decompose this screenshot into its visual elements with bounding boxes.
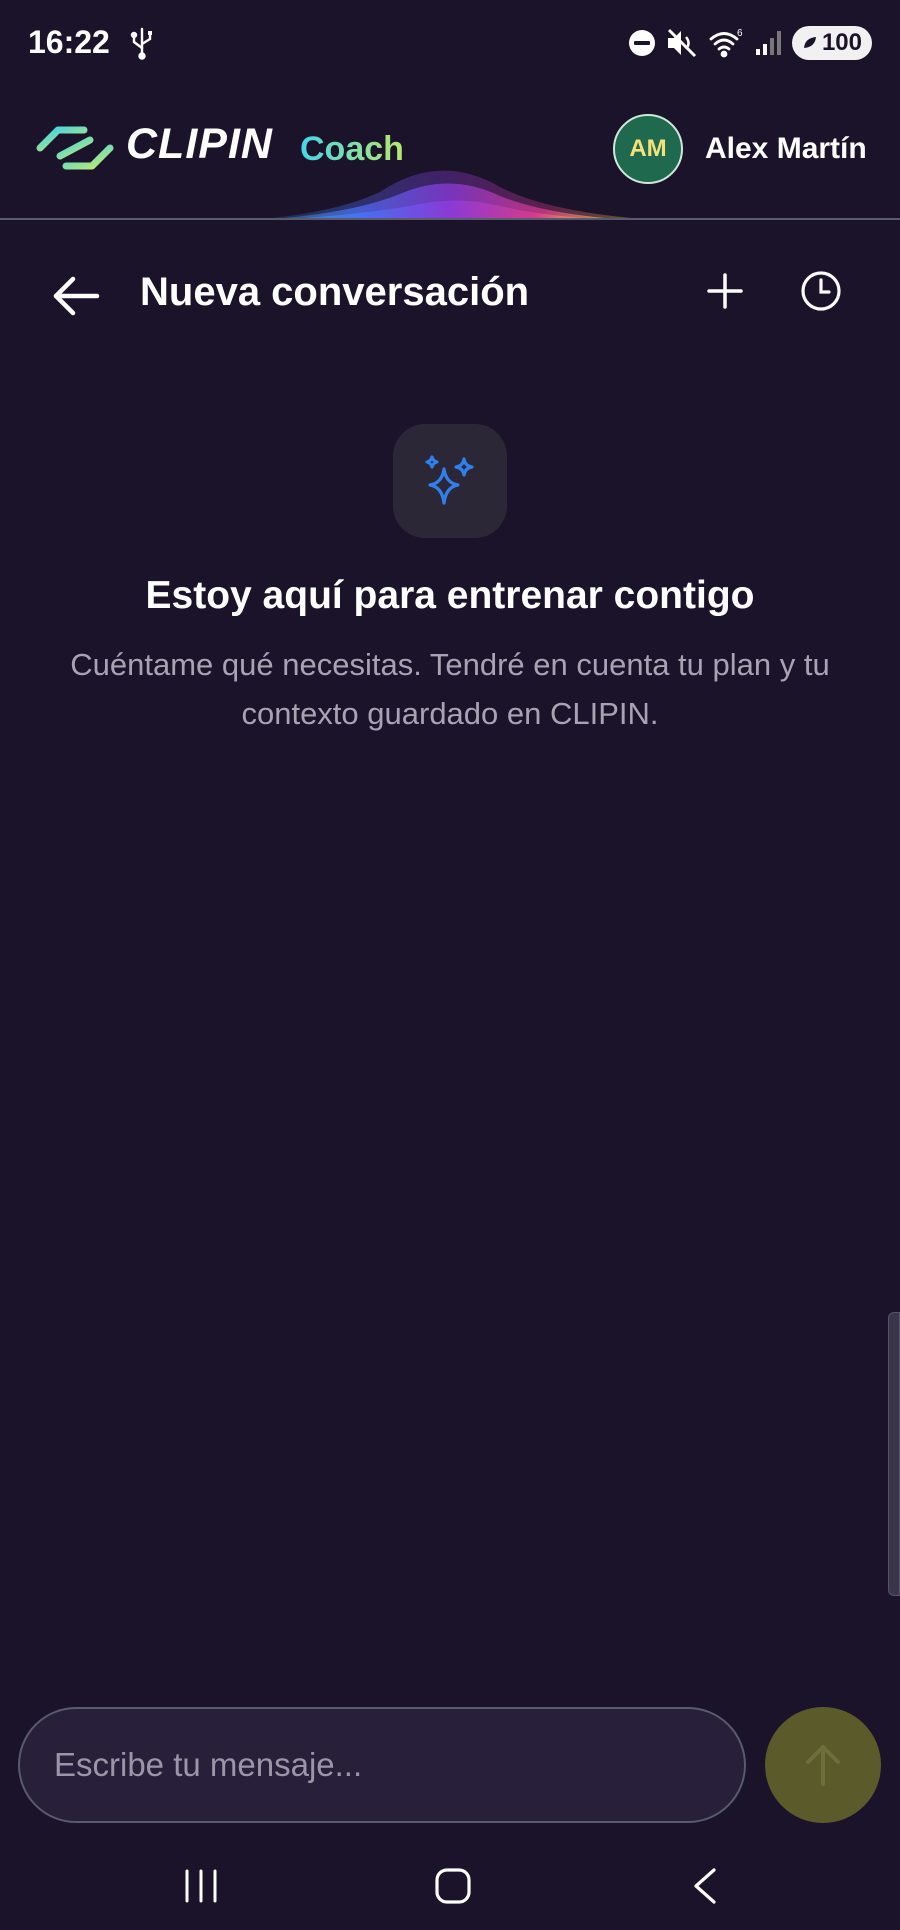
- user-name[interactable]: Alex Martín: [705, 132, 867, 166]
- usb-icon: [130, 26, 154, 60]
- status-icons: 6 100: [628, 24, 872, 62]
- mute-icon: [666, 28, 698, 58]
- app-screen: 16:22 6 100 CLIPIN Coach AM Alex Martín …: [0, 0, 900, 1930]
- empty-state-description: Cuéntame qué necesitas. Tendré en cuenta…: [70, 647, 830, 731]
- arrow-up-icon: [806, 1745, 840, 1786]
- scrollbar[interactable]: [888, 1312, 900, 1596]
- header-divider: [0, 218, 900, 220]
- app-header: CLIPIN Coach AM Alex Martín: [0, 86, 900, 220]
- signal-icon: [754, 29, 782, 57]
- history-button[interactable]: [796, 266, 846, 316]
- product-name: Coach: [300, 130, 404, 168]
- battery-level: 100: [821, 29, 862, 56]
- system-back-button[interactable]: [670, 1858, 740, 1914]
- empty-state-title: Estoy aquí para entrenar contigo: [145, 574, 755, 617]
- avatar-initials: AM: [629, 135, 667, 162]
- new-conversation-button[interactable]: [700, 266, 750, 316]
- message-input[interactable]: [18, 1707, 746, 1823]
- back-icon: [694, 1868, 716, 1904]
- svg-text:6: 6: [737, 28, 743, 39]
- sparkles-icon: [425, 455, 474, 505]
- clipin-logo-icon[interactable]: [34, 122, 116, 174]
- battery-icon: 100: [791, 26, 872, 60]
- conversation-title: Nueva conversación: [140, 270, 530, 314]
- recents-button[interactable]: [166, 1858, 236, 1914]
- system-navigation-bar: [0, 1840, 900, 1930]
- history-clock-icon: [801, 271, 841, 311]
- plus-icon: [707, 273, 743, 309]
- empty-state-icon-box: [393, 424, 507, 538]
- conversation-toolbar: Nueva conversación: [0, 250, 900, 340]
- recents-icon: [185, 1869, 217, 1903]
- back-arrow-icon: [53, 276, 100, 316]
- home-icon: [435, 1868, 471, 1904]
- back-button[interactable]: [46, 266, 106, 326]
- avatar[interactable]: AM: [613, 114, 683, 184]
- dnd-icon: [628, 29, 656, 57]
- wifi-icon: 6: [708, 27, 744, 59]
- home-button[interactable]: [418, 1858, 488, 1914]
- status-time: 16:22: [28, 24, 110, 60]
- status-bar: 16:22 6 100: [0, 0, 900, 86]
- brand-name: CLIPIN: [126, 120, 273, 168]
- send-button[interactable]: [765, 1707, 881, 1823]
